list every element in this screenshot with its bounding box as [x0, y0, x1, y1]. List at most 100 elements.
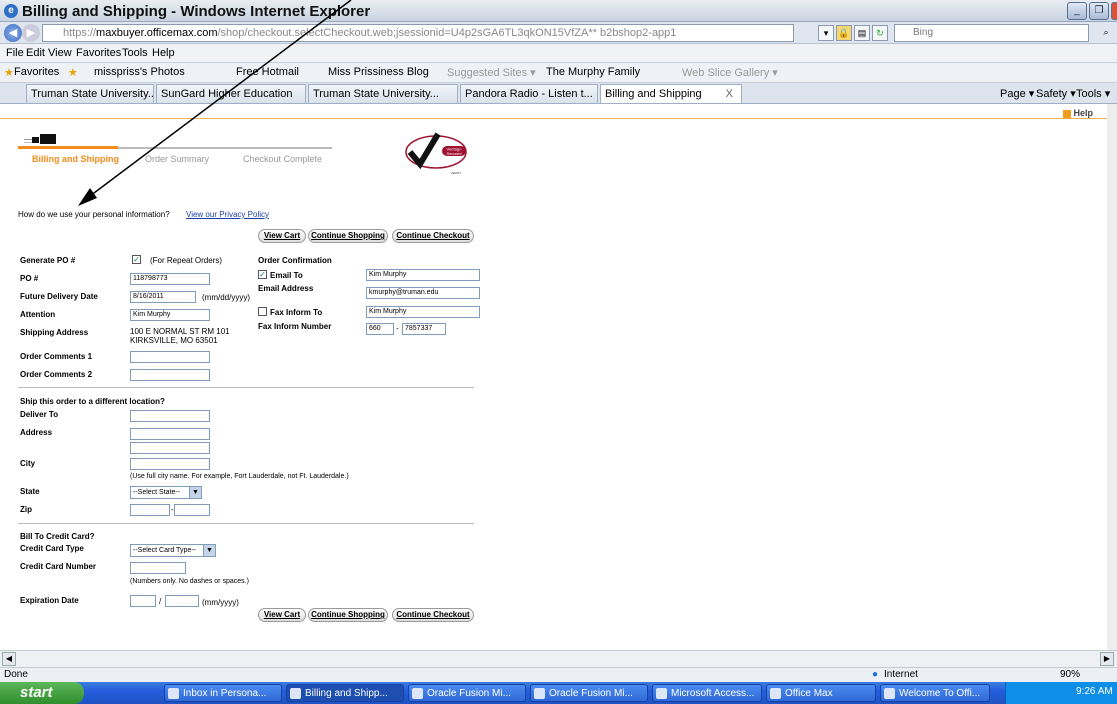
help-link[interactable]: Help	[1063, 108, 1093, 118]
start-button[interactable]: start	[0, 682, 84, 704]
fax-number-input[interactable]: 7857337	[402, 323, 446, 335]
verisign-seal-icon: VeriSign Secured VERIFY	[405, 132, 467, 175]
zip-input[interactable]	[130, 504, 170, 516]
search-icon[interactable]: ⌕	[1098, 25, 1114, 41]
email-to-input[interactable]: Kim Murphy	[366, 269, 480, 281]
add-favorite-icon[interactable]: ★	[68, 66, 78, 79]
fav-hotmail[interactable]: Free Hotmail	[236, 66, 299, 78]
tab-close-icon[interactable]: X	[726, 88, 733, 100]
continue-shopping-button[interactable]: Continue Shopping	[308, 229, 388, 243]
order-confirmation-title: Order Confirmation	[258, 256, 332, 265]
page-menu[interactable]: Page ▾	[1000, 87, 1034, 100]
city-input[interactable]	[130, 458, 210, 470]
window-title-bar[interactable]: e Billing and Shipping - Windows Interne…	[0, 0, 1117, 22]
view-cart-button-bottom[interactable]: View Cart	[258, 608, 306, 622]
card-type-select[interactable]: --Select Card Type-- ▼	[130, 544, 216, 557]
verisign-verify: VERIFY	[451, 171, 462, 175]
compatibility-icon[interactable]: ▤	[854, 25, 870, 41]
horizontal-scrollbar[interactable]: ◀ ▶	[0, 650, 1117, 667]
menu-bar: File Edit View Favorites Tools Help	[0, 44, 1117, 63]
tab-billing[interactable]: Billing and Shipping X	[600, 84, 742, 103]
fav-blog[interactable]: Miss Prissiness Blog	[328, 66, 429, 78]
verisign-secured: Secured	[447, 151, 462, 156]
favorites-button[interactable]: Favorites	[14, 66, 59, 78]
status-text: Done	[4, 669, 28, 680]
fav-webslice[interactable]: Web Slice Gallery ▾	[682, 66, 778, 79]
url-path: /shop/checkout.selectCheckout.web;jsessi…	[217, 27, 677, 39]
task-access[interactable]: Microsoft Access...	[652, 684, 762, 702]
tools-menu[interactable]: Tools ▾	[1076, 87, 1110, 100]
order-comments-1-input[interactable]	[130, 351, 210, 363]
safety-menu[interactable]: Safety ▾	[1036, 87, 1076, 100]
attention-input[interactable]: Kim Murphy	[130, 309, 210, 321]
menu-favorites[interactable]: Favorites	[76, 47, 121, 59]
zone-text: Internet	[884, 669, 918, 680]
menu-tools[interactable]: Tools	[122, 47, 148, 59]
menu-edit[interactable]: Edit	[26, 47, 45, 59]
fav-murphy[interactable]: The Murphy Family	[546, 66, 640, 78]
tab-truman-1[interactable]: Truman State University...	[26, 84, 154, 103]
email-to-checkbox[interactable]: ✓	[258, 270, 267, 279]
po-input[interactable]: 118798773	[130, 273, 210, 285]
continue-checkout-button[interactable]: Continue Checkout	[392, 229, 474, 243]
search-input[interactable]: Bing	[894, 24, 1089, 42]
clock[interactable]: 9:26 AM	[1076, 686, 1113, 697]
exp-year-input[interactable]	[165, 595, 199, 607]
fax-separator: -	[396, 324, 399, 333]
maximize-button[interactable]: ❐	[1089, 2, 1109, 20]
task-welcome-label: Welcome To Offi...	[899, 688, 981, 699]
email-to-label: Email To	[270, 271, 303, 280]
deliver-to-input[interactable]	[130, 410, 210, 422]
card-number-input[interactable]	[130, 562, 186, 574]
task-oracle-1[interactable]: Oracle Fusion Mi...	[408, 684, 526, 702]
continue-shopping-button-bottom[interactable]: Continue Shopping	[308, 608, 388, 622]
task-inbox[interactable]: Inbox in Persona...	[164, 684, 282, 702]
exp-month-input[interactable]	[130, 595, 156, 607]
fax-to-checkbox[interactable]	[258, 307, 267, 316]
state-select[interactable]: --Select State-- ▼	[130, 486, 202, 499]
privacy-link[interactable]: View our Privacy Policy	[186, 210, 269, 219]
fav-suggested[interactable]: Suggested Sites ▾	[447, 66, 536, 79]
section-divider-2	[18, 523, 474, 524]
task-welcome[interactable]: Welcome To Offi...	[880, 684, 990, 702]
tab-truman-2[interactable]: Truman State University...	[308, 84, 458, 103]
fax-area-input[interactable]: 660	[366, 323, 394, 335]
task-billing-label: Billing and Shipp...	[305, 688, 388, 699]
expiration-label: Expiration Date	[20, 596, 79, 605]
generate-po-checkbox[interactable]: ✓	[132, 255, 141, 264]
address-field[interactable]: https://maxbuyer.officemax.com/shop/chec…	[42, 24, 794, 42]
continue-checkout-button-bottom[interactable]: Continue Checkout	[392, 608, 474, 622]
view-cart-button[interactable]: View Cart	[258, 229, 306, 243]
favorites-star-icon: ★	[4, 67, 14, 79]
menu-help[interactable]: Help	[152, 47, 175, 59]
minimize-button[interactable]: _	[1067, 2, 1087, 20]
refresh-icon[interactable]: ↻	[872, 25, 888, 41]
tab-sungard[interactable]: SunGard Higher Education	[156, 84, 306, 103]
scroll-right-icon[interactable]: ▶	[1100, 652, 1114, 666]
favorites-bar: ★ Favorites ★ misspriss's Photos Free Ho…	[0, 63, 1117, 83]
order-comments-1-label: Order Comments 1	[20, 352, 93, 361]
system-tray: 9:26 AM	[1005, 682, 1117, 704]
task-officemax[interactable]: Office Max	[766, 684, 876, 702]
deliver-to-label: Deliver To	[20, 410, 59, 419]
forward-button[interactable]: ▶	[22, 24, 40, 42]
tab-pandora[interactable]: Pandora Radio - Listen t...	[460, 84, 598, 103]
back-button[interactable]: ◀	[4, 24, 22, 42]
fav-photos[interactable]: misspriss's Photos	[94, 66, 185, 78]
menu-file[interactable]: File	[6, 47, 24, 59]
zoom-level[interactable]: 90%	[1060, 669, 1080, 680]
address-line1-input[interactable]	[130, 428, 210, 440]
task-billing[interactable]: Billing and Shipp...	[286, 684, 404, 702]
email-address-input[interactable]: kmurphy@truman.edu	[366, 287, 480, 299]
order-comments-2-input[interactable]	[130, 369, 210, 381]
address-line2-input[interactable]	[130, 442, 210, 454]
task-oracle-2[interactable]: Oracle Fusion Mi...	[530, 684, 648, 702]
future-delivery-input[interactable]: 8/16/2011	[130, 291, 196, 303]
close-window-button[interactable]	[1111, 2, 1117, 20]
zip-ext-input[interactable]	[174, 504, 210, 516]
menu-view[interactable]: View	[48, 47, 72, 59]
fax-to-input[interactable]: Kim Murphy	[366, 306, 480, 318]
lock-icon[interactable]: 🔒	[836, 25, 852, 41]
dropdown-icon[interactable]: ▾	[818, 25, 834, 41]
scroll-left-icon[interactable]: ◀	[2, 652, 16, 666]
